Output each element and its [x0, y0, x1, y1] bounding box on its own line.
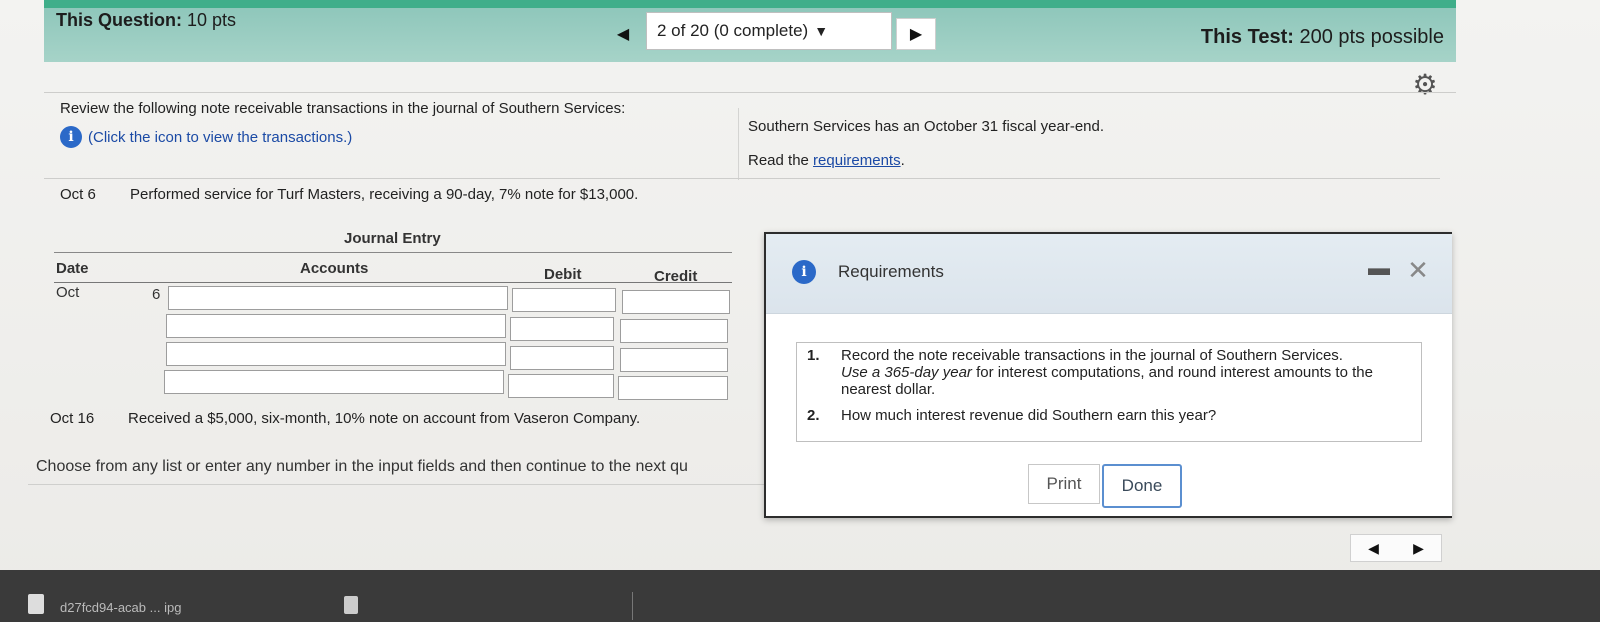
- progress-text: 2 of 20 (0 complete): [657, 21, 809, 40]
- gear-icon[interactable]: ⚙: [1410, 70, 1440, 100]
- credit-input[interactable]: [618, 376, 728, 400]
- requirements-link[interactable]: requirements: [813, 152, 901, 169]
- requirement-text: How much interest revenue did Southern e…: [841, 407, 1217, 424]
- vertical-divider: [738, 108, 739, 180]
- question-points: This Question: 10 pts: [56, 10, 236, 31]
- question-header: This Question: 10 pts ◀ 2 of 20 (0 compl…: [44, 0, 1456, 62]
- question-points-value: 10 pts: [187, 10, 237, 30]
- requirement-text: Record the note receivable transactions …: [841, 347, 1411, 398]
- transaction-row: Oct 16 Received a $5,000, six-month, 10% …: [50, 410, 640, 427]
- question-selector[interactable]: 2 of 20 (0 complete) ▼: [646, 12, 892, 50]
- minimize-icon[interactable]: ▬: [1368, 256, 1390, 280]
- divider: [54, 282, 732, 283]
- taskbar-file-label[interactable]: d27fcd94-acab ... ipg: [60, 600, 181, 615]
- triangle-right-icon: ▶: [909, 26, 923, 43]
- done-button[interactable]: Done: [1102, 464, 1182, 508]
- caret-down-icon: ▼: [814, 23, 829, 39]
- list-number: 2.: [807, 407, 820, 424]
- debit-input[interactable]: [508, 374, 614, 398]
- divider: [54, 252, 732, 253]
- credit-input[interactable]: [620, 348, 728, 372]
- review-instruction: Review the following note receivable tra…: [60, 100, 626, 117]
- transaction-row: Oct 6 Performed service for Turf Masters,…: [60, 186, 638, 203]
- requirement-line: Record the note receivable transactions …: [841, 347, 1343, 364]
- page-navigation: ◀ ▶: [1350, 534, 1442, 562]
- dialog-title: Requirements: [838, 262, 944, 281]
- info-icon: i: [792, 260, 816, 284]
- next-question-button[interactable]: ▶: [896, 18, 936, 50]
- journal-entry-title: Journal Entry: [344, 230, 441, 247]
- dialog-header: i Requirements ▬ ✕: [766, 234, 1452, 314]
- instruction-note: Choose from any list or enter any number…: [36, 458, 688, 475]
- divider: [44, 178, 1440, 179]
- list-item: 2. How much interest revenue did Souther…: [807, 407, 1411, 424]
- triangle-left-icon: ◀: [616, 26, 630, 43]
- previous-question-button[interactable]: ◀: [600, 18, 646, 50]
- file-icon: [28, 594, 44, 614]
- col-date-header: Date: [56, 260, 89, 277]
- read-suffix: .: [900, 152, 905, 169]
- triangle-right-icon[interactable]: ▶: [1396, 535, 1441, 561]
- divider: [28, 484, 764, 485]
- question-page: This Question: 10 pts ◀ 2 of 20 (0 compl…: [0, 0, 1600, 590]
- transaction-date: Oct 16: [50, 410, 95, 427]
- entry-day: 6: [152, 286, 161, 303]
- debit-input[interactable]: [510, 346, 614, 370]
- test-points-value: 200 pts possible: [1299, 26, 1444, 48]
- requirements-dialog: i Requirements ▬ ✕ 1. Record the note re…: [764, 232, 1452, 518]
- debit-input[interactable]: [510, 317, 614, 341]
- file-icon: [344, 596, 358, 614]
- debit-input[interactable]: [512, 288, 616, 312]
- account-input[interactable]: [166, 342, 506, 366]
- account-input[interactable]: [164, 370, 504, 394]
- view-transactions-text[interactable]: (Click the icon to view the transactions…: [88, 129, 352, 146]
- transaction-date: Oct 6: [60, 186, 96, 203]
- requirement-emphasis: Use a 365-day year: [841, 364, 972, 381]
- list-number: 1.: [807, 347, 820, 364]
- taskbar: d27fcd94-acab ... ipg: [0, 570, 1600, 622]
- credit-input[interactable]: [622, 290, 730, 314]
- account-input[interactable]: [166, 314, 506, 338]
- test-points-label: This Test:: [1200, 26, 1294, 48]
- close-icon[interactable]: ✕: [1404, 256, 1432, 284]
- list-item: 1. Record the note receivable transactio…: [807, 347, 1411, 398]
- print-button[interactable]: Print: [1028, 464, 1100, 504]
- read-prefix: Read the: [748, 152, 814, 169]
- requirements-list: 1. Record the note receivable transactio…: [796, 342, 1422, 442]
- question-points-label: This Question:: [56, 10, 182, 30]
- credit-input[interactable]: [620, 319, 728, 343]
- entry-month: Oct: [56, 284, 80, 301]
- divider: [44, 92, 1456, 93]
- transaction-text: Received a $5,000, six-month, 10% note o…: [128, 410, 641, 427]
- test-points: This Test: 200 pts possible: [1201, 26, 1444, 49]
- account-input[interactable]: [168, 286, 508, 310]
- info-icon[interactable]: i: [60, 126, 82, 148]
- view-transactions-link[interactable]: i (Click the icon to view the transactio…: [60, 126, 352, 148]
- read-requirements: Read the requirements.: [748, 152, 905, 169]
- col-debit-header: Debit: [544, 266, 582, 283]
- fiscal-year-text: Southern Services has an October 31 fisc…: [748, 118, 1105, 135]
- col-accounts-header: Accounts: [300, 260, 369, 277]
- transaction-text: Performed service for Turf Masters, rece…: [130, 186, 639, 203]
- divider: [632, 592, 633, 620]
- triangle-left-icon[interactable]: ◀: [1351, 535, 1396, 561]
